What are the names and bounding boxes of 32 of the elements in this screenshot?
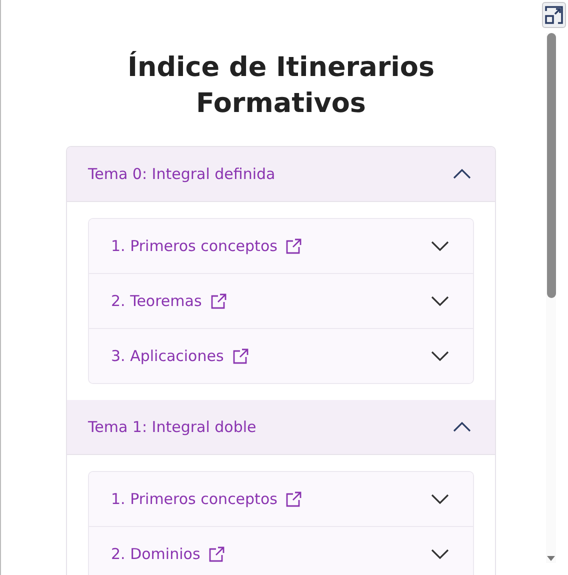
scroll-down-icon[interactable] bbox=[547, 556, 555, 561]
subtopic-row[interactable]: 3. Aplicaciones bbox=[89, 328, 473, 383]
topic-label: Tema 0: Integral definida bbox=[88, 165, 276, 183]
external-link-icon[interactable] bbox=[285, 490, 302, 508]
chevron-up-icon bbox=[453, 422, 471, 432]
subtopic-link[interactable]: 2. Dominios bbox=[111, 545, 200, 563]
subtopic-link[interactable]: 1. Primeros conceptos bbox=[111, 237, 278, 255]
page-title: Índice de Itinerarios Formativos bbox=[126, 50, 436, 121]
scrollbar[interactable] bbox=[546, 33, 556, 563]
topic-label: Tema 1: Integral doble bbox=[88, 418, 256, 436]
chevron-up-icon bbox=[453, 169, 471, 179]
subtopic-row[interactable]: 1. Primeros conceptos bbox=[89, 472, 473, 526]
expand-icon bbox=[544, 5, 564, 25]
subtopic-row[interactable]: 1. Primeros conceptos bbox=[89, 219, 473, 273]
external-link-icon[interactable] bbox=[208, 546, 226, 562]
external-link-icon[interactable] bbox=[285, 238, 302, 254]
subtopic-link[interactable]: 2. Teoremas bbox=[111, 292, 202, 310]
topic-header[interactable]: Tema 1: Integral doble bbox=[67, 400, 495, 455]
chevron-down-icon bbox=[431, 241, 449, 251]
subtopic-row[interactable]: 2. Dominios bbox=[89, 526, 473, 575]
topic-header[interactable]: Tema 0: Integral definida bbox=[67, 147, 495, 202]
expand-button[interactable] bbox=[542, 2, 566, 28]
subtopic-link[interactable]: 3. Aplicaciones bbox=[111, 347, 224, 365]
chevron-down-icon bbox=[431, 296, 449, 306]
chevron-down-icon bbox=[431, 549, 449, 559]
subtopic-row[interactable]: 2. Teoremas bbox=[89, 273, 473, 328]
external-link-icon[interactable] bbox=[210, 292, 227, 310]
scrollbar-thumb[interactable] bbox=[547, 33, 556, 298]
chevron-down-icon bbox=[431, 494, 449, 504]
external-link-icon[interactable] bbox=[232, 348, 249, 364]
subtopic-link[interactable]: 1. Primeros conceptos bbox=[111, 490, 278, 508]
chevron-down-icon bbox=[431, 351, 449, 361]
